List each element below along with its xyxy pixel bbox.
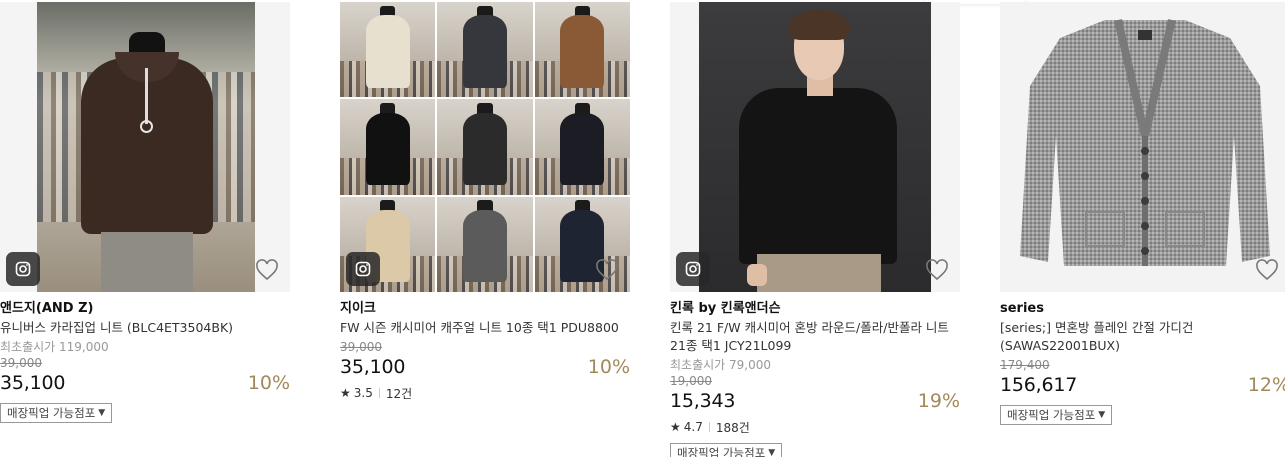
original-release-price: 최초출시가 79,000	[670, 358, 772, 372]
store-pickup-label: 매장픽업 가능점포	[7, 406, 96, 420]
old-price: 39,000	[0, 356, 42, 370]
store-pickup-button[interactable]: 매장픽업 가능점포 ▼	[0, 403, 113, 423]
cardigan-photo	[1020, 19, 1270, 266]
heart-icon[interactable]	[254, 258, 280, 282]
product-image[interactable]	[670, 2, 960, 292]
product-name[interactable]: [series;] 면혼방 플레인 간절 가디건 (SAWAS22001BUX)	[1000, 319, 1285, 355]
rating: ★ 3.5 12건	[340, 385, 630, 401]
heart-icon[interactable]	[924, 258, 950, 282]
caret-down-icon: ▼	[98, 408, 106, 418]
caret-down-icon: ▼	[1098, 410, 1106, 420]
sweater-thumbnail	[534, 99, 630, 195]
price-row: 35,100 10%	[340, 355, 630, 379]
model-photo	[699, 2, 931, 292]
sweater-thumbnail	[437, 196, 533, 292]
sweater-thumbnail	[437, 99, 533, 195]
price-row: 156,617 12%	[1000, 373, 1285, 397]
discount-rate: 10%	[587, 356, 630, 378]
brand-name[interactable]: series	[1000, 300, 1285, 318]
sweater-thumbnail	[437, 2, 533, 98]
old-price: 179,400	[1000, 358, 1050, 372]
brand-name[interactable]: 지이크	[340, 300, 630, 318]
product-card[interactable]: series [series;] 면혼방 플레인 간절 가디건 (SAWAS22…	[1000, 0, 1285, 457]
instagram-icon[interactable]	[6, 252, 40, 286]
sweater-thumbnail	[340, 2, 436, 98]
heart-icon[interactable]	[594, 258, 620, 282]
review-count: 188건	[715, 420, 750, 435]
instagram-icon[interactable]	[346, 252, 380, 286]
sale-price: 15,343	[670, 390, 736, 412]
product-image[interactable]	[340, 2, 630, 292]
rating-value: 3.5	[353, 386, 373, 400]
old-price: 19,000	[670, 374, 712, 388]
product-info: series [series;] 면혼방 플레인 간절 가디건 (SAWAS22…	[1000, 300, 1285, 425]
price-row: 15,343 19%	[670, 389, 960, 413]
rating-value: 4.7	[683, 420, 703, 434]
product-card[interactable]: 지이크 FW 시즌 캐시미어 캐주얼 니트 10종 택1 PDU8800 39,…	[340, 0, 630, 457]
price-row: 35,100 10%	[0, 371, 290, 395]
sweater-thumbnail	[534, 2, 630, 98]
mannequin-photo	[37, 2, 255, 292]
sale-price: 156,617	[1000, 374, 1078, 396]
heart-icon[interactable]	[1254, 258, 1280, 282]
sweater-thumbnail	[340, 99, 436, 195]
store-pickup-button[interactable]: 매장픽업 가능점포 ▼	[1000, 405, 1113, 425]
star-icon: ★	[670, 420, 681, 434]
original-release-price: 최초출시가 119,000	[0, 340, 109, 354]
discount-rate: 10%	[247, 372, 290, 394]
divider	[378, 388, 380, 398]
instagram-icon[interactable]	[676, 252, 710, 286]
product-name[interactable]: 유니버스 카라집업 니트 (BLC4ET3504BK)	[0, 319, 290, 337]
review-count: 12건	[385, 386, 413, 401]
product-info: 킨록 by 킨록앤더슨 킨록 21 F/W 캐시미어 혼방 라운드/폴라/반폴라…	[670, 300, 960, 457]
divider	[708, 422, 710, 432]
store-pickup-label: 매장픽업 가능점포	[677, 446, 766, 457]
discount-rate: 12%	[1247, 374, 1285, 396]
product-image-grid	[340, 2, 630, 292]
brand-name[interactable]: 킨록 by 킨록앤더슨	[670, 300, 960, 318]
caret-down-icon: ▼	[768, 448, 776, 457]
sale-price: 35,100	[340, 356, 406, 378]
brand-name[interactable]: 앤드지(AND Z)	[0, 300, 290, 318]
discount-rate: 19%	[917, 390, 960, 412]
product-card[interactable]: 앤드지(AND Z) 유니버스 카라집업 니트 (BLC4ET3504BK) 최…	[0, 0, 290, 457]
old-price: 39,000	[340, 340, 382, 354]
product-name[interactable]: FW 시즌 캐시미어 캐주얼 니트 10종 택1 PDU8800	[340, 319, 630, 337]
product-image[interactable]	[1000, 2, 1285, 292]
product-info: 앤드지(AND Z) 유니버스 카라집업 니트 (BLC4ET3504BK) 최…	[0, 300, 290, 423]
product-card[interactable]: 킨록 by 킨록앤더슨 킨록 21 F/W 캐시미어 혼방 라운드/폴라/반폴라…	[670, 0, 960, 457]
product-info: 지이크 FW 시즌 캐시미어 캐주얼 니트 10종 택1 PDU8800 39,…	[340, 300, 630, 401]
product-name[interactable]: 킨록 21 F/W 캐시미어 혼방 라운드/폴라/반폴라 니트 21종 택1 J…	[670, 319, 960, 355]
star-icon: ★	[340, 386, 351, 400]
store-pickup-label: 매장픽업 가능점포	[1007, 408, 1096, 422]
product-image[interactable]	[0, 2, 290, 292]
rating: ★ 4.7 188건	[670, 419, 960, 435]
sale-price: 35,100	[0, 372, 66, 394]
store-pickup-button[interactable]: 매장픽업 가능점포 ▼	[670, 443, 783, 457]
